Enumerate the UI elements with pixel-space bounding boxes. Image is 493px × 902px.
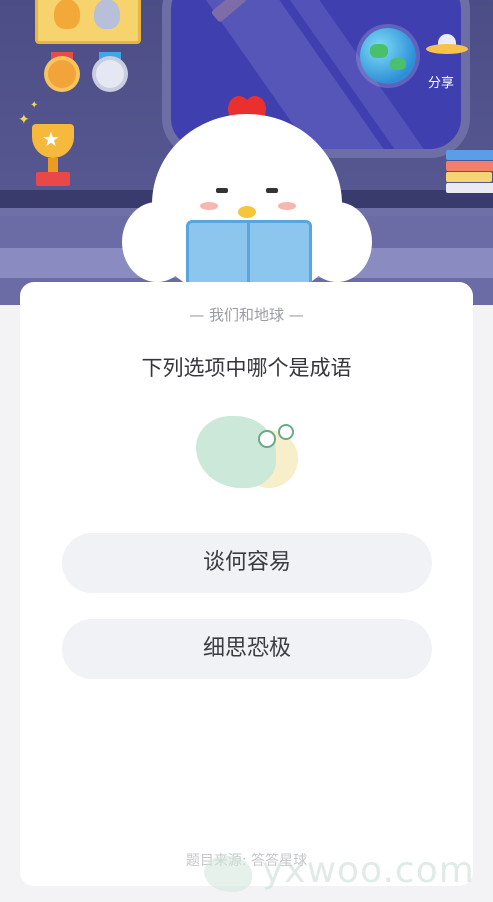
answer-option-2[interactable]: 细思恐极 (62, 619, 432, 679)
answer-option-1[interactable]: 谈何容易 (62, 533, 432, 593)
chick-mascot (122, 92, 372, 294)
medal-frame-icon (35, 0, 141, 44)
share-button[interactable]: 分享 (428, 72, 454, 91)
books-icon (446, 150, 493, 193)
trophy-icon: ★ (26, 124, 80, 194)
header-illustration: ✦ ✦ ★ 分享 (0, 0, 493, 305)
watermark-text: yxwoo.com (262, 850, 475, 891)
silver-medal-icon (96, 60, 124, 88)
watermark-logo-icon (204, 856, 252, 892)
snail-mascot (196, 410, 300, 490)
watermark: yxwoo.com (196, 850, 493, 898)
ufo-icon[interactable] (426, 34, 468, 56)
quiz-subtitle: — 我们和地球 — (189, 306, 304, 324)
earth-globe-icon[interactable] (360, 28, 416, 84)
sparkle-icon: ✦ (30, 100, 39, 111)
question-text: 下列选项中哪个是成语 (141, 356, 352, 380)
quiz-card: — 我们和地球 — 下列选项中哪个是成语 谈何容易 细思恐极 题目来源: 答答星… (20, 282, 473, 886)
gold-medal-icon (48, 60, 76, 88)
